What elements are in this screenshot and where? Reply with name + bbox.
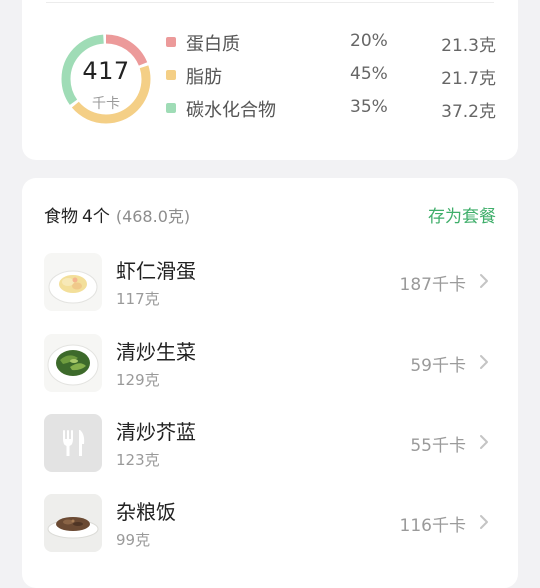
macro-name: 碳水化合物 bbox=[186, 100, 276, 121]
total-kcal-value: 417 bbox=[82, 57, 130, 85]
save-as-meal-button[interactable]: 存为套餐 bbox=[428, 202, 496, 227]
food-item-row[interactable]: 清炒芥蓝 123克 55千卡 bbox=[44, 411, 496, 475]
divider bbox=[46, 2, 494, 3]
food-name: 清炒芥蓝 bbox=[116, 420, 196, 444]
food-total-weight: (468.0克) bbox=[115, 207, 191, 226]
food-weight: 117克 bbox=[116, 290, 160, 308]
food-name: 虾仁滑蛋 bbox=[116, 259, 196, 283]
shrimp-egg-dish-icon bbox=[44, 253, 102, 311]
kcal-unit-label: 千卡 bbox=[92, 96, 120, 112]
carbs-legend-dot bbox=[166, 103, 176, 113]
fat-legend-dot bbox=[166, 70, 176, 80]
macro-percent: 20% bbox=[350, 31, 388, 51]
macro-amount: 21.3克 bbox=[441, 36, 496, 56]
food-weight: 99克 bbox=[116, 531, 151, 549]
food-list-header: 食物 4个 (468.0克) 存为套餐 bbox=[44, 202, 496, 228]
food-kcal: 116千卡 bbox=[399, 516, 466, 536]
macro-row-protein: 蛋白质 20% 21.3克 bbox=[166, 30, 496, 56]
macro-row-carbs: 碳水化合物 35% 37.2克 bbox=[166, 96, 496, 122]
macro-row-fat: 脂肪 45% 21.7克 bbox=[166, 63, 496, 89]
food-list-title: 食物 4个 bbox=[44, 207, 110, 227]
food-list-card: 食物 4个 (468.0克) 存为套餐 虾仁滑蛋 117克 187千卡 清炒生菜… bbox=[22, 178, 518, 588]
macro-percent: 45% bbox=[350, 64, 388, 84]
food-item-row[interactable]: 清炒生菜 129克 59千卡 bbox=[44, 331, 496, 395]
mixed-rice-dish-icon bbox=[44, 494, 102, 552]
chevron-right-icon bbox=[480, 435, 488, 449]
macro-name: 脂肪 bbox=[186, 67, 222, 88]
protein-legend-dot bbox=[166, 37, 176, 47]
macro-amount: 21.7克 bbox=[441, 69, 496, 89]
food-item-row[interactable]: 杂粮饭 99克 116千卡 bbox=[44, 491, 496, 555]
food-kcal: 59千卡 bbox=[410, 356, 466, 376]
food-name: 杂粮饭 bbox=[116, 500, 176, 524]
chevron-right-icon bbox=[480, 274, 488, 288]
food-name: 清炒生菜 bbox=[116, 340, 196, 364]
food-kcal: 187千卡 bbox=[399, 275, 466, 295]
food-item-row[interactable]: 虾仁滑蛋 117克 187千卡 bbox=[44, 250, 496, 314]
food-weight: 129克 bbox=[116, 371, 160, 389]
food-count: 4个 bbox=[82, 207, 110, 227]
food-kcal: 55千卡 bbox=[410, 436, 466, 456]
macro-percent: 35% bbox=[350, 97, 388, 117]
calorie-donut-chart: 417 千卡 bbox=[58, 31, 154, 127]
lettuce-dish-icon bbox=[44, 334, 102, 392]
macro-amount: 37.2克 bbox=[441, 102, 496, 122]
food-weight: 123克 bbox=[116, 451, 160, 469]
nutrition-summary-card: 417 千卡 蛋白质 20% 21.3克 脂肪 45% 21.7克 碳水化合物 … bbox=[22, 0, 518, 160]
fork-knife-icon bbox=[44, 414, 102, 472]
chevron-right-icon bbox=[480, 515, 488, 529]
chevron-right-icon bbox=[480, 355, 488, 369]
macro-name: 蛋白质 bbox=[186, 34, 240, 55]
